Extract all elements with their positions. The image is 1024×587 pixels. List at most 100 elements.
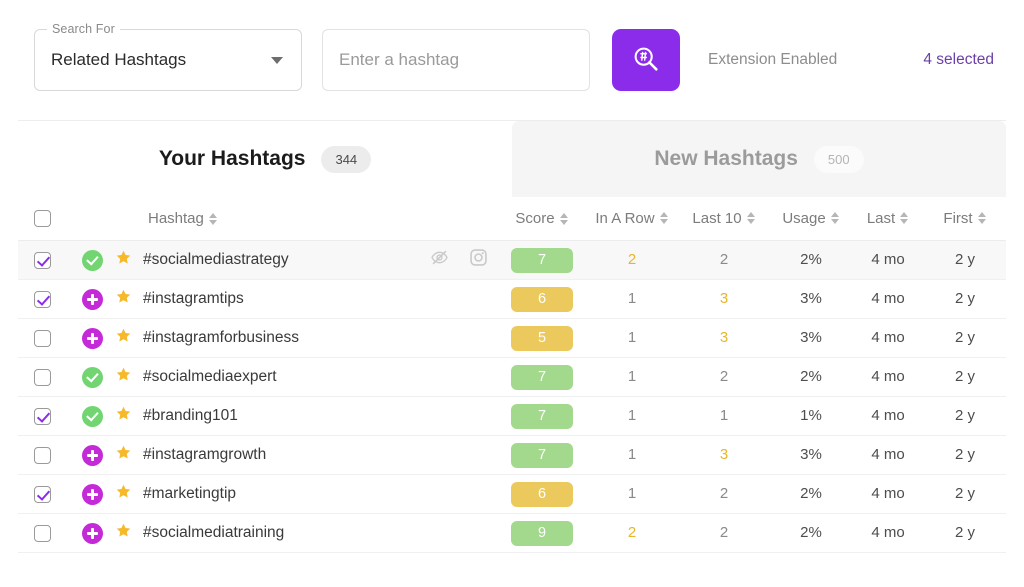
- row-checkbox[interactable]: [33, 290, 51, 308]
- usage-value: 2%: [800, 251, 822, 268]
- last-cell: 4 mo: [852, 368, 924, 386]
- score-badge: 7: [511, 364, 573, 390]
- last-value: 4 mo: [871, 251, 905, 268]
- table-row[interactable]: #socialmediastrategy 7 2 2 2% 4 mo 2 y: [18, 241, 1006, 280]
- score-cell: 6: [498, 286, 586, 312]
- usage-cell: 2%: [770, 251, 852, 269]
- table-row[interactable]: #instagramgrowth 7 1 3 3% 4 mo 2 y: [18, 436, 1006, 475]
- hashtag-cell: #socialmediatraining: [66, 522, 498, 544]
- plus-circle-icon[interactable]: [82, 288, 103, 310]
- search-for-label: Search For: [47, 22, 120, 36]
- column-header-hashtag[interactable]: Hashtag: [148, 210, 218, 227]
- first-value: 2 y: [954, 290, 975, 307]
- star-icon[interactable]: [115, 405, 132, 427]
- score-badge: 7: [511, 442, 573, 468]
- row-checkbox[interactable]: [33, 368, 51, 386]
- row-checkbox[interactable]: [33, 329, 51, 347]
- row-checkbox[interactable]: [33, 407, 51, 425]
- last-value: 4 mo: [871, 329, 905, 346]
- check-circle-icon[interactable]: [82, 366, 103, 388]
- toolbar: Search For Related Hashtags Extension En…: [0, 0, 1024, 120]
- hashtag-table: Hashtag Score In A Row Last 10 Usage Las…: [18, 197, 1006, 553]
- table-row[interactable]: #socialmediaexpert 7 1 2 2% 4 mo 2 y: [18, 358, 1006, 397]
- score-cell: 6: [498, 481, 586, 507]
- usage-cell: 3%: [770, 446, 852, 464]
- plus-circle-icon[interactable]: [82, 444, 103, 466]
- in-a-row-value: 1: [627, 290, 637, 307]
- star-icon[interactable]: [115, 444, 132, 466]
- star-icon[interactable]: [115, 288, 132, 310]
- column-header-first[interactable]: First: [943, 210, 986, 227]
- column-header-score[interactable]: Score: [515, 210, 568, 227]
- table-row[interactable]: #branding101 7 1 1 1% 4 mo 2 y: [18, 397, 1006, 436]
- tab-new-hashtags[interactable]: New Hashtags 500: [512, 121, 1006, 197]
- last-cell: 4 mo: [852, 329, 924, 347]
- table-row[interactable]: #instagramforbusiness 5 1 3 3% 4 mo 2 y: [18, 319, 1006, 358]
- hashtag-input[interactable]: [322, 29, 590, 91]
- sort-icon: [208, 212, 218, 226]
- score-cell: 7: [498, 403, 586, 429]
- plus-circle-icon[interactable]: [82, 327, 103, 349]
- column-header-hashtag-label: Hashtag: [148, 210, 204, 227]
- select-all-checkbox[interactable]: [33, 210, 51, 227]
- last-10-cell: 2: [678, 368, 770, 386]
- row-checkbox[interactable]: [33, 251, 51, 269]
- star-icon[interactable]: [115, 366, 132, 388]
- score-cell: 7: [498, 364, 586, 390]
- selected-count[interactable]: 4 selected: [923, 51, 994, 69]
- column-header-usage-label: Usage: [782, 209, 826, 227]
- first-cell: 2 y: [924, 407, 1006, 425]
- row-checkbox[interactable]: [33, 446, 51, 464]
- in-a-row-value: 1: [627, 329, 637, 346]
- column-header-usage[interactable]: Usage: [782, 210, 839, 227]
- row-select-cell: [18, 524, 66, 542]
- first-value: 2 y: [954, 485, 975, 502]
- sort-icon: [830, 211, 840, 225]
- hashtag-tabs: Your Hashtags 344 New Hashtags 500: [18, 121, 1006, 197]
- column-header-last-10[interactable]: Last 10: [692, 210, 755, 227]
- sort-icon: [659, 211, 669, 225]
- table-row[interactable]: #instagramtips 6 1 3 3% 4 mo 2 y: [18, 280, 1006, 319]
- search-for-select[interactable]: Search For Related Hashtags: [34, 22, 302, 91]
- check-circle-icon[interactable]: [82, 249, 103, 271]
- check-circle-icon[interactable]: [82, 405, 103, 427]
- in-a-row-cell: 1: [586, 290, 678, 308]
- last-value: 4 mo: [871, 407, 905, 424]
- last-value: 4 mo: [871, 368, 905, 385]
- row-checkbox[interactable]: [33, 524, 51, 542]
- hashtag-label: #socialmediaexpert: [143, 368, 277, 385]
- search-button[interactable]: [612, 29, 680, 91]
- last-cell: 4 mo: [852, 485, 924, 503]
- last-10-cell: 1: [678, 407, 770, 425]
- row-checkbox[interactable]: [33, 485, 51, 503]
- plus-circle-icon[interactable]: [82, 483, 103, 505]
- in-a-row-cell: 1: [586, 407, 678, 425]
- chevron-down-icon: [271, 56, 283, 64]
- tab-new-hashtags-badge: 500: [813, 145, 864, 173]
- plus-circle-icon[interactable]: [82, 522, 103, 544]
- usage-value: 3%: [800, 446, 822, 463]
- star-icon[interactable]: [115, 522, 132, 544]
- table-row[interactable]: #socialmediatraining 9 2 2 2% 4 mo 2 y: [18, 514, 1006, 553]
- instagram-camera-icon[interactable]: [469, 248, 488, 272]
- hashtag-cell: #branding101: [66, 405, 498, 427]
- hashtag-cell: #socialmediastrategy: [66, 248, 498, 272]
- last-10-cell: 3: [678, 290, 770, 308]
- star-icon[interactable]: [115, 249, 132, 271]
- usage-value: 3%: [800, 290, 822, 307]
- column-header-in-a-row[interactable]: In A Row: [595, 210, 668, 227]
- sort-icon: [746, 211, 756, 225]
- star-icon[interactable]: [115, 327, 132, 349]
- column-header-last-10-label: Last 10: [692, 209, 742, 227]
- hashtag-cell: #instagramgrowth: [66, 444, 498, 466]
- star-icon[interactable]: [115, 483, 132, 505]
- table-row[interactable]: #marketingtip 6 1 2 2% 4 mo 2 y: [18, 475, 1006, 514]
- tab-your-hashtags[interactable]: Your Hashtags 344: [18, 121, 512, 197]
- column-header-last[interactable]: Last: [867, 210, 909, 227]
- in-a-row-value: 1: [627, 485, 637, 502]
- last-cell: 4 mo: [852, 524, 924, 542]
- last-10-value: 3: [719, 290, 729, 307]
- eye-slash-icon[interactable]: [430, 248, 449, 272]
- in-a-row-value: 1: [627, 407, 637, 424]
- usage-cell: 3%: [770, 329, 852, 347]
